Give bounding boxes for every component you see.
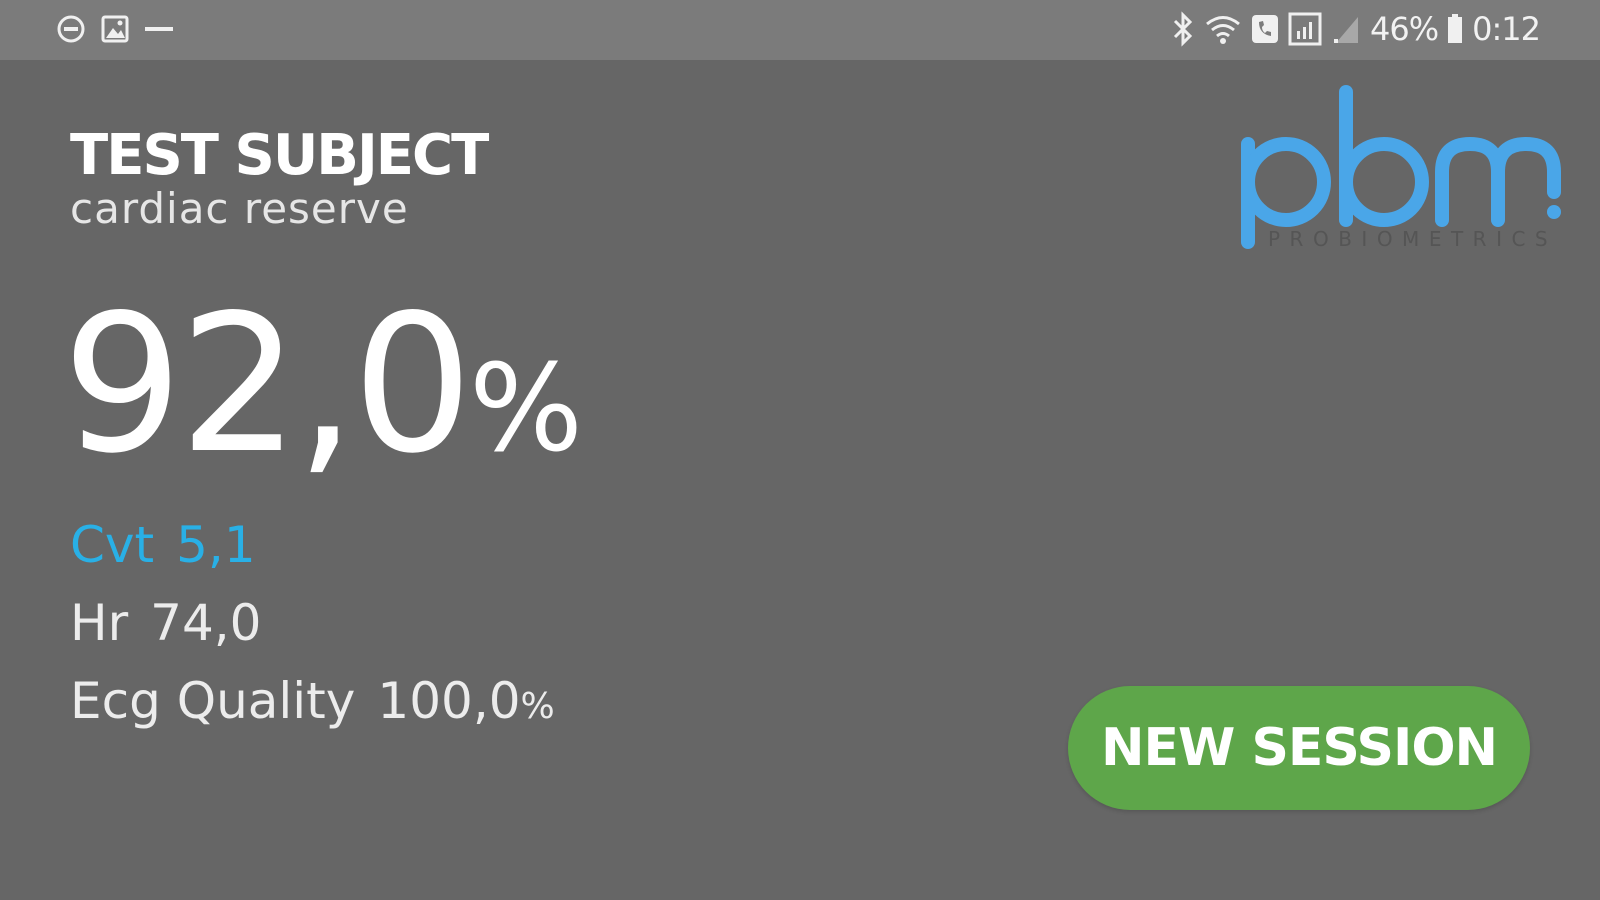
subject-name: TEST SUBJECT: [70, 123, 489, 188]
minus-icon: [144, 14, 174, 44]
measurement-type: cardiac reserve: [70, 184, 409, 233]
pbm-logo: PROBIOMETRICS: [1236, 82, 1566, 252]
battery-icon: [1446, 11, 1464, 47]
hr-value: 74,0: [150, 594, 262, 652]
hr-metric: Hr 74,0: [70, 598, 261, 648]
bluetooth-icon: [1170, 11, 1196, 47]
ecg-quality-label: Ecg Quality: [70, 672, 356, 730]
status-right-icons: 46% 0:12: [1170, 10, 1541, 48]
signal-icon: [1288, 11, 1324, 47]
do-not-disturb-icon: [56, 14, 86, 44]
wifi-icon: [1204, 11, 1242, 47]
cvt-value: 5,1: [176, 516, 256, 574]
logo-tagline: PROBIOMETRICS: [1268, 227, 1557, 251]
cvt-metric: Cvt 5,1: [70, 520, 256, 570]
cvt-label: Cvt: [70, 516, 155, 574]
status-bar: 46% 0:12: [0, 0, 1600, 60]
cardiac-reserve-number: 92,0: [62, 274, 473, 495]
hr-label: Hr: [70, 594, 129, 652]
signal-weak-icon: [1332, 11, 1362, 47]
ecg-quality-value: 100,0: [377, 672, 521, 730]
status-left-icons: [56, 14, 174, 44]
main-panel: TEST SUBJECT cardiac reserve PROBIOMETRI…: [0, 60, 1600, 900]
ecg-quality-unit: %: [520, 686, 555, 727]
clock: 0:12: [1472, 10, 1541, 48]
call-icon: [1250, 11, 1280, 47]
ecg-quality-metric: Ecg Quality 100,0%: [70, 676, 555, 726]
new-session-button[interactable]: NEW SESSION: [1068, 686, 1530, 810]
cardiac-reserve-value: 92,0%: [62, 290, 583, 480]
cardiac-reserve-unit: %: [469, 340, 584, 479]
battery-percent: 46%: [1370, 10, 1439, 48]
image-icon: [100, 14, 130, 44]
